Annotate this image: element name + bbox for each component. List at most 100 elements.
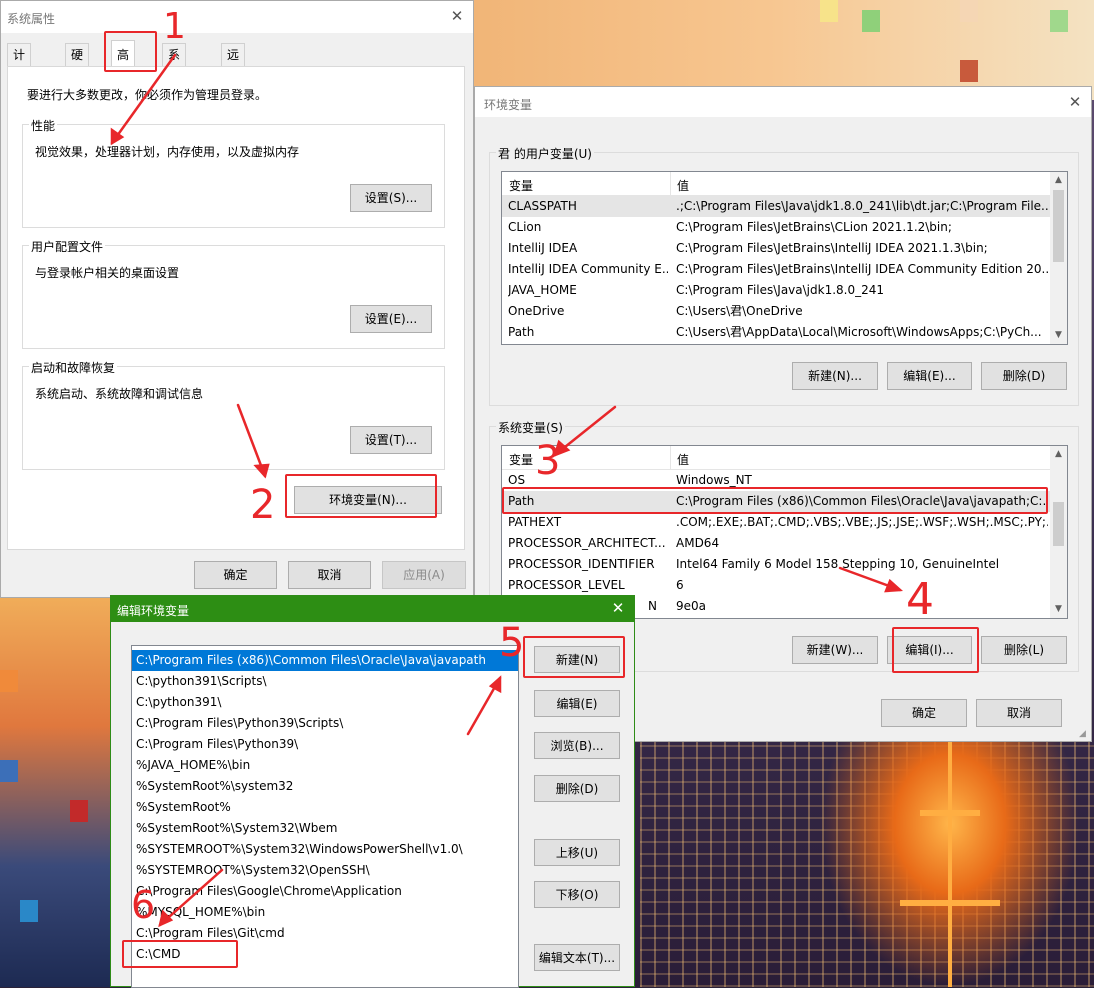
annotation-box-edit-button (892, 627, 979, 673)
table-row[interactable]: CLASSPATH .;C:\Program Files\Java\jdk1.8.… (502, 196, 1050, 217)
tab-remote[interactable]: 远程 (221, 43, 246, 84)
annotation-number-4: 4 (906, 574, 934, 625)
list-item[interactable]: %MYSQL_HOME%\bin (132, 902, 518, 923)
user-new-button[interactable]: 新建(N)... (792, 362, 878, 390)
list-item[interactable]: %SYSTEMROOT%\System32\OpenSSH\ (132, 860, 518, 881)
variable-name: Path (508, 325, 535, 339)
variable-name: JAVA_HOME (508, 283, 577, 297)
variable-name: OneDrive (508, 304, 565, 318)
tab-computer-name[interactable]: 计算机名 (7, 43, 32, 128)
variable-name: PROCESSOR_LEVEL (508, 578, 625, 592)
table-row[interactable]: JAVA_HOME C:\Program Files\Java\jdk1.8.0_… (502, 280, 1050, 301)
table-row[interactable]: IntelliJ IDEA C:\Program Files\JetBrains\… (502, 238, 1050, 259)
annotation-box-cmd-entry (122, 940, 238, 968)
system-delete-button[interactable]: 删除(L) (981, 636, 1067, 664)
list-item[interactable]: C:\python391\Scripts\ (132, 671, 518, 692)
annotation-box-env-button (285, 474, 437, 518)
list-item[interactable]: %SystemRoot%\system32 (132, 776, 518, 797)
performance-settings-button[interactable]: 设置(S)... (350, 184, 432, 212)
scroll-up-icon[interactable]: ▲ (1050, 172, 1067, 189)
system-variables-list[interactable]: 变量 值 OS Windows_NT Path C:\Program Files (… (501, 445, 1068, 619)
column-header-variable[interactable]: 变量 (509, 451, 533, 468)
cancel-button[interactable]: 取消 (288, 561, 371, 589)
scroll-down-icon[interactable]: ▼ (1050, 327, 1067, 344)
edit-button[interactable]: 编辑(E) (534, 690, 620, 717)
annotation-box-path-row (502, 487, 1048, 514)
pixel-block (0, 670, 18, 692)
variable-value: Intel64 Family 6 Model 158 Stepping 10, … (676, 557, 1000, 571)
user-edit-button[interactable]: 编辑(E)... (887, 362, 972, 390)
scroll-down-icon[interactable]: ▼ (1050, 601, 1067, 618)
table-row[interactable]: IntelliJ IDEA Community E... C:\Program F… (502, 259, 1050, 280)
list-item[interactable]: %SYSTEMROOT%\System32\WindowsPowerShell\… (132, 839, 518, 860)
edit-text-button[interactable]: 编辑文本(T)... (534, 944, 620, 971)
list-item[interactable]: C:\Program Files\Python39\Scripts\ (132, 713, 518, 734)
ok-button[interactable]: 确定 (881, 699, 967, 727)
list-item[interactable]: C:\Program Files (x86)\Common Files\Orac… (132, 650, 518, 671)
delete-button[interactable]: 删除(D) (534, 775, 620, 802)
list-item[interactable]: C:\Program Files\Google\Chrome\Applicati… (132, 881, 518, 902)
admin-note: 要进行大多数更改，你必须作为管理员登录。 (27, 88, 268, 102)
browse-button[interactable]: 浏览(B)... (534, 732, 620, 759)
window-title: 编辑环境变量 (117, 604, 190, 618)
pixel-block (1050, 10, 1068, 32)
pixel-block (820, 0, 838, 22)
variable-value: 6 (676, 578, 684, 592)
variable-value: C:\Users\君\AppData\Local\Microsoft\Windo… (676, 325, 1042, 339)
annotation-number-1: 1 (163, 6, 186, 47)
apply-button[interactable]: 应用(A) (382, 561, 466, 589)
variable-name: PROCESSOR_ARCHITECT... (508, 536, 666, 550)
startup-settings-button[interactable]: 设置(T)... (350, 426, 432, 454)
vertical-scrollbar[interactable]: ▲ ▼ (1050, 446, 1067, 618)
scroll-up-icon[interactable]: ▲ (1050, 446, 1067, 463)
list-item[interactable]: C:\Program Files\Python39\ (132, 734, 518, 755)
user-variables-list[interactable]: 变量 值 CLASSPATH .;C:\Program Files\Java\jd… (501, 171, 1068, 345)
group-description: 与登录帐户相关的桌面设置 (35, 266, 180, 280)
table-row[interactable]: PROCESSOR_IDENTIFIER Intel64 Family 6 Mod… (502, 554, 1050, 575)
vertical-scrollbar[interactable]: ▲ ▼ (1050, 172, 1067, 344)
column-separator (670, 172, 671, 196)
table-row[interactable]: PATHEXT .COM;.EXE;.BAT;.CMD;.VBS;.VBE;.JS… (502, 512, 1050, 533)
table-row[interactable]: Path C:\Users\君\AppData\Local\Microsoft\W… (502, 322, 1050, 343)
column-header-value[interactable]: 值 (677, 177, 689, 194)
system-new-button[interactable]: 新建(W)... (792, 636, 878, 664)
title-bar: 系统属性 ✕ (1, 1, 473, 33)
close-icon[interactable]: ✕ (1067, 94, 1083, 110)
list-item[interactable]: C:\python391\ (132, 692, 518, 713)
list-item[interactable]: %SystemRoot%\System32\Wbem (132, 818, 518, 839)
user-profiles-settings-button[interactable]: 设置(E)... (350, 305, 432, 333)
move-down-button[interactable]: 下移(O) (534, 881, 620, 908)
list-item[interactable]: %JAVA_HOME%\bin (132, 755, 518, 776)
move-up-button[interactable]: 上移(U) (534, 839, 620, 866)
group-label: 君 的用户变量(U) (496, 145, 594, 162)
annotation-number-3: 3 (535, 438, 561, 484)
table-row[interactable]: CLion C:\Program Files\JetBrains\CLion 20… (502, 217, 1050, 238)
table-row[interactable]: PROCESSOR_ARCHITECT... AMD64 (502, 533, 1050, 554)
window-title: 环境变量 (484, 98, 533, 112)
annotation-box-advanced-tab (104, 31, 157, 72)
column-header-variable[interactable]: 变量 (509, 177, 533, 194)
close-icon[interactable]: ✕ (610, 600, 626, 616)
pixel-block (70, 800, 88, 822)
scroll-thumb[interactable] (1053, 190, 1064, 262)
performance-group: 性能 视觉效果，处理器计划，内存使用，以及虚拟内存 设置(S)... (22, 117, 445, 228)
list-item[interactable]: %SystemRoot% (132, 797, 518, 818)
annotation-box-new-button (523, 636, 625, 678)
table-row[interactable]: OneDrive C:\Users\君\OneDrive (502, 301, 1050, 322)
variable-value: .COM;.EXE;.BAT;.CMD;.VBS;.VBE;.JS;.JSE;.… (676, 515, 1048, 529)
group-label: 启动和故障恢复 (29, 359, 118, 376)
annotation-number-6: 6 (131, 883, 156, 927)
user-delete-button[interactable]: 删除(D) (981, 362, 1067, 390)
resize-grip-icon[interactable]: ◢ (1079, 729, 1089, 739)
close-icon[interactable]: ✕ (449, 8, 465, 24)
variable-value: 9e0a (676, 599, 707, 613)
scroll-thumb[interactable] (1053, 502, 1064, 546)
pixel-block (20, 900, 38, 922)
column-header-value[interactable]: 值 (677, 451, 689, 468)
tab-hardware[interactable]: 硬件 (65, 43, 90, 84)
cancel-button[interactable]: 取消 (976, 699, 1062, 727)
table-row[interactable]: PROCESSOR_LEVEL 6 (502, 575, 1050, 596)
path-list[interactable]: C:\Program Files (x86)\Common Files\Orac… (131, 645, 519, 988)
pixel-block (960, 60, 978, 82)
ok-button[interactable]: 确定 (194, 561, 277, 589)
